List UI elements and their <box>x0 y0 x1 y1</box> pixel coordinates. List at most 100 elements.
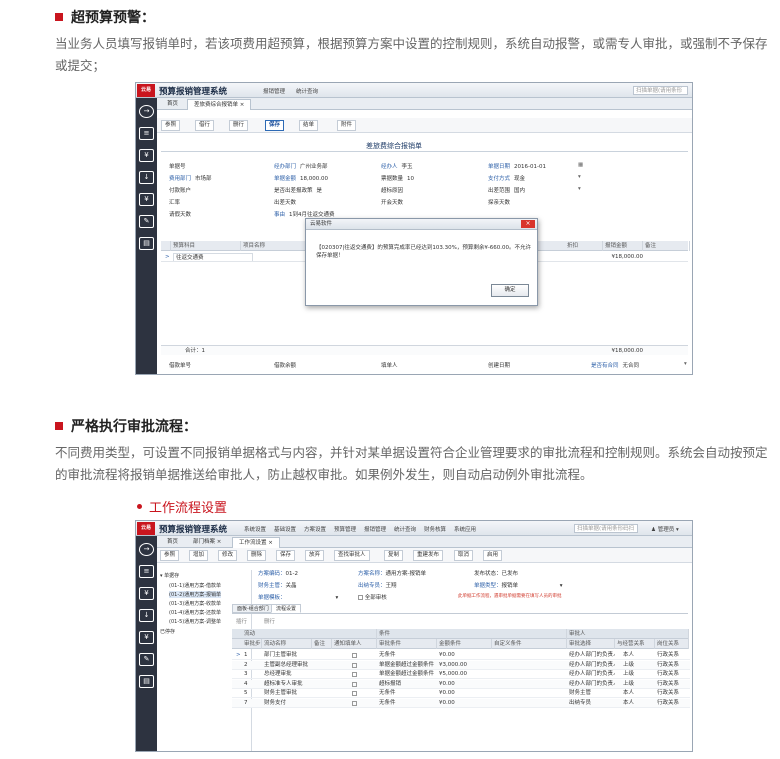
barcode-search-input[interactable]: 扫描单据(请用条形码扫描枪扫描) <box>574 524 638 533</box>
menu-item-scheme[interactable]: 方案设置 <box>304 525 326 533</box>
cell-relation[interactable]: 本人 <box>621 651 655 660</box>
cell-flow-name[interactable]: 部门主管审批 <box>262 651 312 660</box>
receipt-icon[interactable]: ¥ <box>139 587 154 600</box>
cell-approver-select[interactable]: 经办人部门的负责人 <box>567 680 615 689</box>
checkbox-icon[interactable] <box>358 595 363 600</box>
tab-dept-archive[interactable]: 部门档案 × <box>187 537 227 548</box>
cell-flow-name[interactable]: 主管副总经理审批 <box>262 661 312 670</box>
menu-item-stats[interactable]: 统计查询 <box>394 525 416 533</box>
cell-condition[interactable]: 单据金额超过金额条件 <box>377 670 437 679</box>
info-doc-template[interactable]: 单据模板： ▾ <box>258 593 338 601</box>
cell-condition[interactable]: 无条件 <box>377 689 437 698</box>
menu-item-expense[interactable]: 报销管理 <box>364 525 386 533</box>
arrow-right-icon[interactable]: → <box>139 105 154 118</box>
cell-step[interactable]: 7 <box>242 699 262 708</box>
cell-approver-select[interactable]: 经办人部门的负责人 <box>567 651 615 660</box>
enable-button[interactable]: 启用 <box>483 550 503 561</box>
menu-item-system[interactable]: 系统设置 <box>244 525 266 533</box>
cell-step[interactable]: 1 <box>242 651 262 660</box>
cell-relation[interactable]: 上级 <box>621 670 655 679</box>
field-handler[interactable]: 经办人 李玉 <box>381 162 413 170</box>
cell-approver-select[interactable]: 出纳专员 <box>567 699 615 708</box>
notify-checkbox-icon[interactable] <box>352 662 357 668</box>
list-icon[interactable]: ≡ <box>139 565 154 578</box>
cell-post[interactable]: 行政关系 <box>655 670 689 679</box>
menu-item-budget[interactable]: 预算管理 <box>334 525 356 533</box>
subtab-flow-settings[interactable]: 流程设置 <box>271 604 302 613</box>
cell-condition[interactable]: 超标报销 <box>377 680 437 689</box>
cell-post[interactable]: 行政关系 <box>655 680 689 689</box>
tree-item[interactable]: (01-1)通用方案-借款单 <box>169 582 221 589</box>
tree-item[interactable]: (01-5)通用方案-调整单 <box>169 618 221 625</box>
cell-step[interactable]: 3 <box>242 670 262 679</box>
menu-item-expense[interactable]: 报销管理 <box>263 87 285 95</box>
calendar-icon[interactable]: ¥ <box>139 631 154 644</box>
barcode-search-input[interactable]: 扫描单据(请用条形码扫描枪扫描) <box>633 86 688 95</box>
field-doc-no[interactable]: 单据号 <box>169 162 190 170</box>
edit-button[interactable]: 修改 <box>218 550 238 561</box>
calendar-icon[interactable]: ¥ <box>139 193 154 206</box>
field-amount[interactable]: 单据金额 18,000.00 <box>274 174 328 182</box>
cell-amount[interactable]: ¥5,000.00 <box>437 670 492 679</box>
cell-condition[interactable]: 无条件 <box>377 699 437 708</box>
table-icon[interactable]: ▤ <box>139 675 154 688</box>
notify-checkbox-icon[interactable] <box>352 653 357 658</box>
tab-travel-expense[interactable]: 差旅费综合报销单 × <box>187 99 252 110</box>
cell-flow-name[interactable]: 超标准专人审批 <box>262 680 312 689</box>
field-policy[interactable]: 是否出差报政策是 <box>274 186 322 194</box>
tab-home[interactable]: 首页 <box>161 99 184 110</box>
field-dept[interactable]: 经办部门 广州业务部 <box>274 162 328 170</box>
close-icon[interactable]: × <box>521 220 535 228</box>
close-doc-button[interactable]: 结单 <box>299 120 319 131</box>
field-loan-no[interactable]: 借款单号 <box>169 361 191 369</box>
tree-root-active[interactable]: ▾ 单据存 <box>160 572 179 579</box>
cell-relation[interactable]: 本人 <box>621 689 655 698</box>
menu-item-stats[interactable]: 统计查询 <box>296 87 318 95</box>
save-button[interactable]: 保存 <box>265 120 285 131</box>
cell-amount[interactable]: ¥0.00 <box>437 699 492 708</box>
download-icon[interactable]: ↓ <box>139 609 154 622</box>
republish-button[interactable]: 重建发布 <box>413 550 444 561</box>
cell-post[interactable]: 行政关系 <box>655 661 689 670</box>
field-trip-days[interactable]: 出差天数 <box>274 198 300 206</box>
add-button[interactable]: 增加 <box>189 550 209 561</box>
field-reason[interactable]: 事由 1到4月往返交通费 <box>274 210 335 218</box>
cell-approver-select[interactable]: 经办人部门的负责人 <box>567 670 615 679</box>
cell-step[interactable]: 2 <box>242 661 262 670</box>
field-rate[interactable]: 汇率 <box>169 198 184 206</box>
delete-row-button[interactable]: 删行 <box>264 617 275 625</box>
info-doc-type[interactable]: 单据类型：报销单 ▾ <box>474 581 563 589</box>
cell-flow-name[interactable]: 财务支付 <box>262 699 312 708</box>
field-cost-dept[interactable]: 费用部门 市场部 <box>169 174 212 182</box>
info-all-approve[interactable]: 全部审核 <box>358 593 387 601</box>
field-visit-days[interactable]: 探亲天数 <box>488 198 514 206</box>
field-bill-count[interactable]: 票据数量 10 <box>381 174 414 182</box>
table-icon[interactable]: ▤ <box>139 237 154 250</box>
notify-checkbox-icon[interactable] <box>352 700 357 706</box>
tree-root-disabled[interactable]: 已停存 <box>160 628 175 635</box>
reference-button[interactable]: 参照 <box>161 120 181 131</box>
cell-relation[interactable]: 上级 <box>621 661 655 670</box>
edit-doc-icon[interactable]: ✎ <box>139 653 154 666</box>
cell-condition[interactable]: 单据金额超过金额条件 <box>377 661 437 670</box>
cell-relation[interactable]: 本人 <box>621 699 655 708</box>
cell-amount[interactable]: ¥0.00 <box>437 651 492 660</box>
cell-amount[interactable]: ¥0.00 <box>437 680 492 689</box>
cell-step[interactable]: 4 <box>242 680 262 689</box>
insert-row-button[interactable]: 借行 <box>195 120 215 131</box>
receipt-icon[interactable]: ¥ <box>139 149 154 162</box>
copy-button[interactable]: 复制 <box>384 550 404 561</box>
chevron-down-icon[interactable]: ▾ <box>578 174 581 180</box>
tree-item[interactable]: (01-3)通用方案-收款单 <box>169 600 221 607</box>
download-icon[interactable]: ↓ <box>139 171 154 184</box>
notify-checkbox-icon[interactable] <box>352 691 357 696</box>
field-meeting-days[interactable]: 开会天数 <box>381 198 407 206</box>
discard-button[interactable]: 放弃 <box>305 550 325 561</box>
list-icon[interactable]: ≡ <box>139 127 154 140</box>
cell-approver-select[interactable]: 经办人部门的负责人 <box>567 661 615 670</box>
edit-doc-icon[interactable]: ✎ <box>139 215 154 228</box>
cell-amount[interactable]: ¥0.00 <box>437 689 492 698</box>
cell-post[interactable]: 行政关系 <box>655 689 689 698</box>
field-loan-balance[interactable]: 借款余额 <box>274 361 296 369</box>
cell-post[interactable]: 行政关系 <box>655 651 689 660</box>
